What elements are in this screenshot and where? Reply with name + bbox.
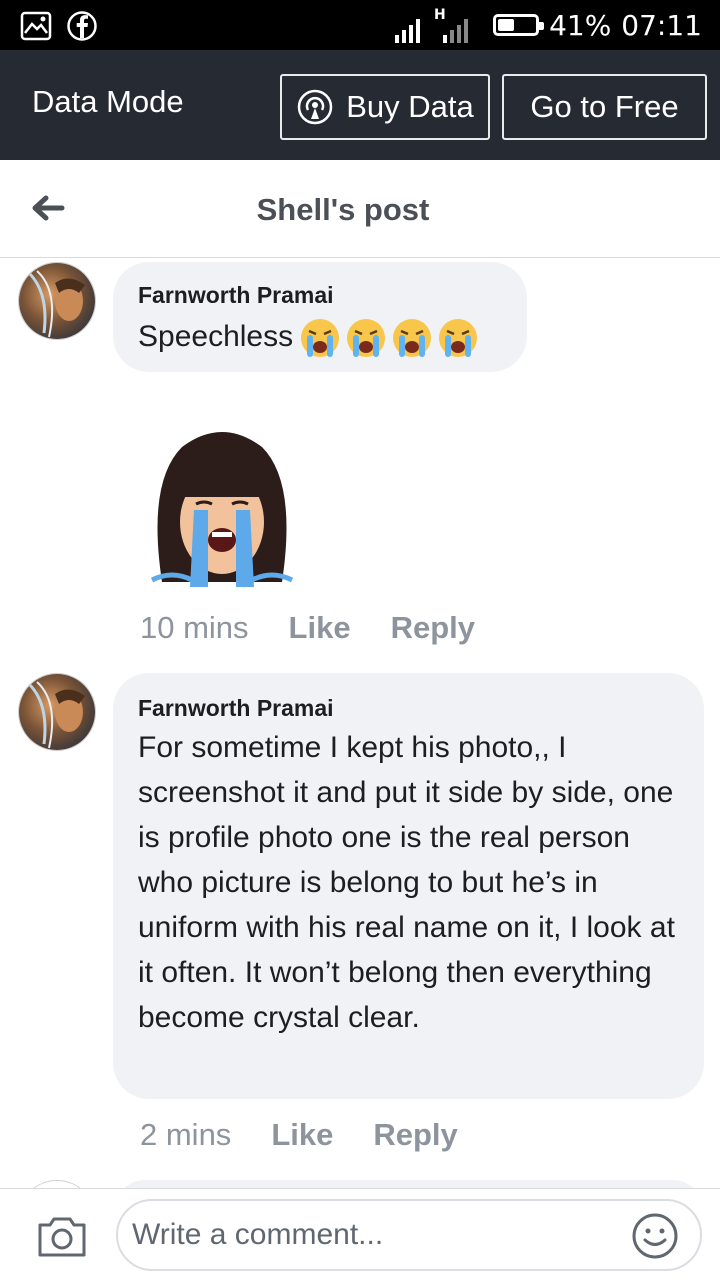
broadcast-icon (297, 89, 333, 125)
crying-face-icon (439, 319, 478, 358)
crying-face-icon (301, 319, 340, 358)
facebook-icon (67, 11, 97, 41)
signal-icon: H (395, 7, 469, 43)
reply-button[interactable]: Reply (373, 1117, 457, 1153)
buy-data-label: Buy Data (346, 89, 474, 124)
camera-icon[interactable] (36, 1213, 88, 1259)
comment-bubble: Farnworth Pramai Speechless (113, 262, 527, 372)
comment-author[interactable]: Farnworth Pramai (138, 282, 334, 309)
like-button[interactable]: Like (271, 1117, 333, 1153)
smiley-icon[interactable] (630, 1211, 680, 1261)
reply-button[interactable]: Reply (391, 610, 475, 646)
network-type-label: H (434, 7, 446, 23)
battery-percent: 41% (549, 8, 612, 42)
comment-text: For sometime I kept his photo,, I screen… (138, 731, 675, 1034)
avatar-image (19, 674, 95, 750)
crying-face-icon (393, 319, 432, 358)
comment-timestamp: 10 mins (140, 610, 249, 645)
comment-input[interactable]: Write a comment... (116, 1199, 702, 1271)
go-to-free-button[interactable]: Go to Free (502, 74, 707, 140)
comment-meta: 2 mins Like Reply (140, 1117, 458, 1153)
comment-meta: 10 mins Like Reply (140, 610, 475, 646)
avatar[interactable] (18, 262, 96, 340)
comment-text-content: Speechless (138, 320, 294, 353)
comment-author[interactable]: Farnworth Pramai (138, 695, 334, 722)
page-title: Shell's post (256, 192, 430, 227)
post-header: Shell's post (0, 160, 720, 258)
comment-text: Speechless (138, 314, 479, 359)
comment-timestamp: 2 mins (140, 1117, 232, 1152)
avatar[interactable] (18, 673, 96, 751)
crying-girl-sticker (150, 432, 294, 587)
battery-level (498, 19, 515, 31)
buy-data-button[interactable]: Buy Data (280, 74, 490, 140)
comment-bubble: Farnworth Pramai For sometime I kept his… (113, 673, 704, 1099)
avatar-image (19, 263, 95, 339)
battery-icon (493, 14, 545, 36)
data-mode-title: Data Mode (32, 84, 184, 119)
clock: 07:11 (621, 8, 702, 42)
like-button[interactable]: Like (289, 610, 351, 646)
go-to-free-label: Go to Free (530, 89, 679, 124)
comment-input-placeholder: Write a comment... (132, 1218, 384, 1251)
data-mode-bar: Data Mode Buy Data Go to Free (0, 50, 720, 160)
crying-face-icon (347, 319, 386, 358)
crying-emoji-row (299, 317, 479, 359)
status-bar: H 41% 07:11 (0, 0, 720, 50)
comment-composer: Write a comment... (0, 1188, 720, 1280)
gallery-icon (20, 11, 52, 41)
